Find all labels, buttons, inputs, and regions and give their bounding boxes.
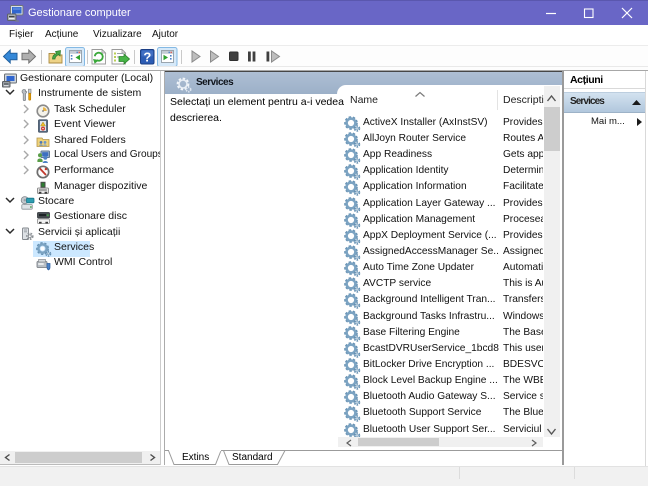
svg-text:?: ? bbox=[143, 50, 151, 65]
